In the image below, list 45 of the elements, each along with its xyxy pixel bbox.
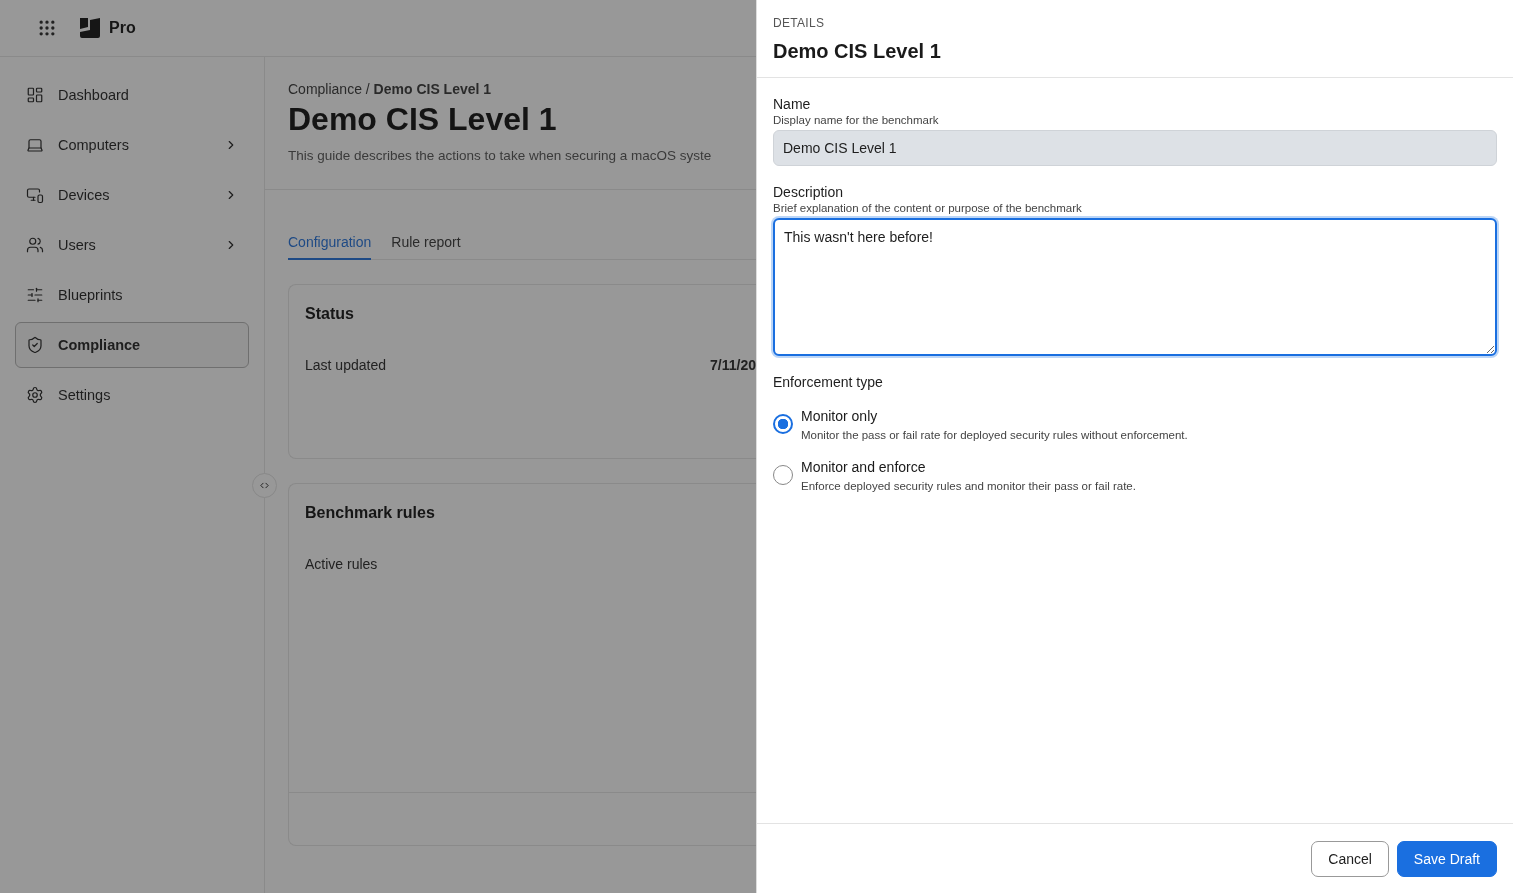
radio-button[interactable] [773, 465, 793, 485]
sliders-icon [26, 286, 44, 304]
brand-name: Pro [109, 19, 136, 37]
field-label: Name [773, 96, 812, 112]
option-label: Monitor and enforce [801, 459, 927, 475]
shield-check-icon [26, 336, 44, 354]
devices-icon [26, 186, 44, 204]
radio-button[interactable] [773, 414, 793, 434]
users-icon [26, 236, 44, 254]
sidebar-item[interactable]: Devices [15, 172, 249, 218]
option-description: Enforce deployed security rules and monitor their pass or fail rate. [801, 480, 1136, 492]
sidebar-item[interactable]: Blueprints [15, 272, 249, 318]
cancel-button[interactable]: Cancel [1311, 840, 1389, 877]
logo-icon [79, 18, 101, 38]
breadcrumb: Compliance / Demo CIS Level 1 [288, 81, 493, 97]
row-label: Active rules [305, 556, 378, 572]
sidebar-item[interactable]: Compliance [15, 322, 249, 368]
tab[interactable]: Rule report [391, 234, 461, 260]
row-value: 7/11/20 [710, 357, 756, 373]
tab[interactable]: Configuration [288, 234, 372, 260]
option-description: Monitor the pass or fail rate for deployed security rules without enforcement. [801, 429, 1188, 441]
drawer-title: Demo CIS Level 1 [773, 40, 942, 63]
field-hint: Brief explanation of the content or purpose of the benchmark [773, 202, 1083, 214]
collapse-handle[interactable] [252, 473, 277, 498]
card-title: Benchmark rules [305, 504, 436, 522]
enforcement-label: Enforcement type [773, 374, 884, 390]
sidebar-item[interactable]: Users [15, 222, 249, 268]
sidebar-item[interactable]: Computers [15, 122, 249, 168]
field-label: Description [773, 184, 845, 200]
save-draft-button[interactable]: Save Draft [1396, 840, 1497, 877]
dashboard-icon [26, 86, 44, 104]
sidebar-item[interactable]: Dashboard [15, 72, 249, 118]
card-title: Status [305, 305, 355, 323]
settings-icon [26, 386, 44, 404]
field-hint: Display name for the benchmark [773, 114, 940, 126]
laptop-icon [26, 136, 44, 154]
drawer-eyebrow: DETAILS [773, 16, 826, 30]
page-description: This guide describes the actions to take when securing a macOS syste [288, 148, 713, 163]
description-textarea[interactable]: This wasn't here before! [773, 218, 1497, 356]
sidebar-item[interactable]: Settings [15, 372, 249, 418]
collapse-icon [259, 480, 270, 491]
option-label: Monitor only [801, 408, 879, 424]
row-label: Last updated [305, 357, 386, 373]
app-grid-icon[interactable] [37, 18, 57, 38]
page-title: Demo CIS Level 1 [288, 101, 558, 138]
